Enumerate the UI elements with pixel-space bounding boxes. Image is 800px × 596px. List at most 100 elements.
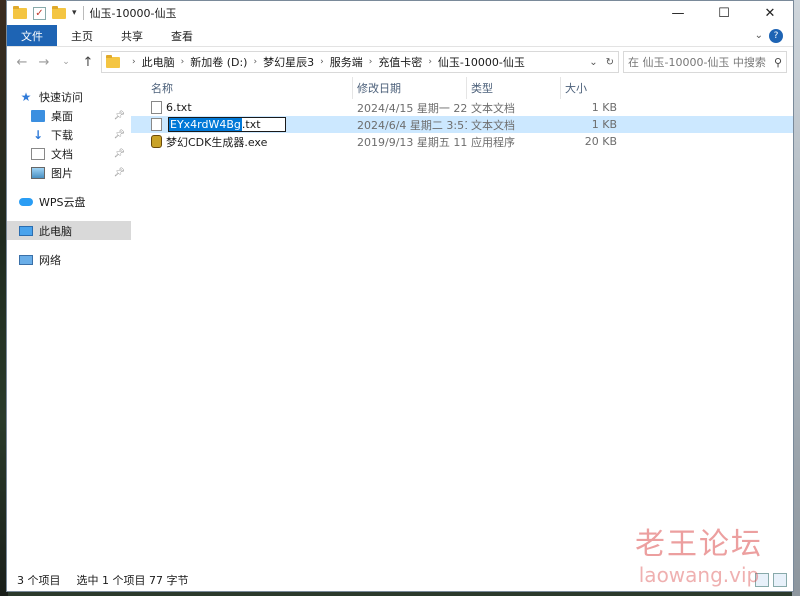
pin-icon: 📌︎ (113, 110, 125, 121)
minimize-button[interactable]: — (655, 1, 701, 25)
nav-item-desktop[interactable]: 桌面 📌︎ (7, 106, 131, 125)
column-size[interactable]: 大小 (561, 77, 621, 99)
selection-info: 选中 1 个项目 77 字节 (76, 574, 189, 587)
address-bar[interactable]: › 此电脑 › 新加卷 (D:) › 梦幻星辰3 › 服务端 › 充值卡密 › … (101, 51, 619, 73)
search-placeholder: 在 仙玉-10000-仙玉 中搜索 (628, 56, 766, 69)
column-headers: 名称 修改日期 类型 大小 (131, 77, 793, 99)
address-controls: ⌄ ↻ (589, 57, 614, 68)
file-size: 1 KB (591, 101, 617, 114)
breadcrumb-folder-1[interactable]: 梦幻星辰3 (263, 54, 314, 70)
refresh-icon[interactable]: ↻ (606, 57, 614, 68)
file-name: 6.txt (166, 101, 192, 114)
title-separator (82, 6, 84, 20)
text-file-icon (151, 101, 162, 114)
large-icons-view-icon[interactable] (773, 573, 787, 587)
file-list: 名称 修改日期 类型 大小 6.txt 2024/4/15 星期一 22:...… (131, 77, 793, 569)
nav-label: 桌面 (51, 109, 73, 123)
nav-item-downloads[interactable]: ↓ 下载 📌︎ (7, 125, 131, 144)
nav-label: 网络 (39, 253, 61, 267)
nav-label: 下载 (51, 128, 73, 142)
recent-dropdown-icon[interactable]: ⌄ (57, 57, 75, 67)
breadcrumb-folder-3[interactable]: 充值卡密 (378, 54, 422, 70)
ribbon-right: ⌄ ? (755, 25, 793, 46)
ribbon-tabs: 文件 主页 共享 查看 ⌄ ? (7, 25, 793, 47)
breadcrumb-folder-2[interactable]: 服务端 (330, 54, 363, 70)
window-title: 仙玉-10000-仙玉 (89, 7, 177, 20)
file-size: 20 KB (584, 135, 617, 148)
picture-icon (31, 166, 45, 179)
file-row[interactable]: 6.txt 2024/4/15 星期一 22:... 文本文档 1 KB (131, 99, 793, 116)
tab-home[interactable]: 主页 (57, 25, 107, 46)
column-date[interactable]: 修改日期 (353, 77, 467, 99)
nav-item-pictures[interactable]: 图片 📌︎ (7, 163, 131, 182)
pin-icon: 📌︎ (113, 148, 125, 159)
chevron-right-icon[interactable]: › (253, 57, 257, 67)
address-row: ← → ⌄ ↑ › 此电脑 › 新加卷 (D:) › 梦幻星辰3 › 服务端 ›… (7, 47, 793, 77)
watermark-cn: 老王论坛 (635, 527, 763, 562)
nav-label: WPS云盘 (39, 195, 86, 209)
breadcrumb-current[interactable]: 仙玉-10000-仙玉 (438, 54, 525, 70)
rename-selection: EYx4rdW4Bg (169, 118, 242, 131)
watermark-en: laowang.vip (638, 563, 760, 587)
chevron-right-icon[interactable]: › (320, 57, 324, 67)
file-date: 2019/9/13 星期五 11:... (357, 135, 467, 149)
file-date: 2024/4/15 星期一 22:... (357, 101, 467, 115)
breadcrumb-this-pc[interactable]: 此电脑 (142, 54, 175, 70)
quick-access-dropdown-icon[interactable]: ▾ (72, 8, 77, 18)
nav-item-quick-access[interactable]: ★ 快速访问 (7, 87, 131, 106)
expand-ribbon-icon[interactable]: ⌄ (755, 30, 763, 41)
file-type: 文本文档 (471, 118, 515, 132)
help-icon[interactable]: ? (769, 28, 783, 43)
pin-icon: 📌︎ (113, 129, 125, 140)
breadcrumb-drive[interactable]: 新加卷 (D:) (190, 54, 247, 70)
properties-icon[interactable]: ✓ (33, 6, 46, 20)
tab-file[interactable]: 文件 (7, 25, 57, 46)
nav-item-documents[interactable]: 文档 📌︎ (7, 144, 131, 163)
column-name[interactable]: 名称 (147, 77, 353, 99)
desktop-icon (31, 109, 45, 122)
nav-item-network[interactable]: 网络 (7, 250, 131, 269)
nav-label: 图片 (51, 166, 73, 180)
nav-label: 此电脑 (39, 224, 72, 238)
network-icon (19, 254, 33, 265)
computer-icon (19, 225, 33, 236)
search-icon[interactable]: ⚲ (774, 56, 782, 69)
file-date: 2024/6/4 星期二 3:51 (357, 118, 467, 132)
new-folder-icon[interactable] (52, 5, 66, 19)
file-row[interactable]: 梦幻CDK生成器.exe 2019/9/13 星期五 11:... 应用程序 2… (131, 133, 793, 150)
rename-extension: .txt (241, 118, 261, 131)
nav-item-this-pc[interactable]: 此电脑 (7, 221, 131, 240)
maximize-button[interactable]: ☐ (701, 1, 747, 25)
close-button[interactable]: ✕ (747, 1, 793, 25)
up-icon[interactable]: ↑ (79, 55, 97, 70)
text-file-icon (151, 118, 162, 131)
tab-share[interactable]: 共享 (107, 25, 157, 46)
window-controls: — ☐ ✕ (655, 1, 793, 25)
chevron-right-icon[interactable]: › (369, 57, 373, 67)
cloud-icon (19, 197, 33, 206)
chevron-right-icon[interactable]: › (428, 57, 432, 67)
explorer-window: ✓ ▾ 仙玉-10000-仙玉 — ☐ ✕ 文件 主页 共享 查看 ⌄ ? ← … (6, 0, 794, 592)
nav-label: 文档 (51, 147, 73, 161)
watermark: 老王论坛 laowang.vip (635, 519, 763, 587)
back-icon[interactable]: ← (13, 55, 31, 70)
star-icon: ★ (20, 89, 32, 104)
rename-input[interactable]: EYx4rdW4Bg .txt (168, 117, 286, 132)
file-size: 1 KB (591, 118, 617, 131)
folder-icon (106, 54, 120, 68)
folder-icon (13, 5, 27, 19)
address-dropdown-icon[interactable]: ⌄ (589, 57, 597, 68)
application-icon (151, 135, 162, 148)
nav-item-wps-cloud[interactable]: WPS云盘 (7, 192, 131, 211)
download-icon: ↓ (32, 127, 44, 142)
chevron-right-icon[interactable]: › (132, 57, 136, 67)
chevron-right-icon[interactable]: › (181, 57, 185, 67)
pin-icon: 📌︎ (113, 167, 125, 178)
search-input[interactable]: 在 仙玉-10000-仙玉 中搜索 ⚲ (623, 51, 787, 73)
item-count: 3 个项目 (17, 574, 61, 587)
forward-icon[interactable]: → (35, 55, 53, 70)
main-area: ★ 快速访问 桌面 📌︎ ↓ 下载 📌︎ 文档 📌︎ 图片 📌︎ WPS云盘 此… (7, 77, 793, 569)
tab-view[interactable]: 查看 (157, 25, 207, 46)
column-type[interactable]: 类型 (467, 77, 561, 99)
file-row-selected[interactable]: EYx4rdW4Bg .txt 2024/6/4 星期二 3:51 文本文档 1 … (131, 116, 793, 133)
